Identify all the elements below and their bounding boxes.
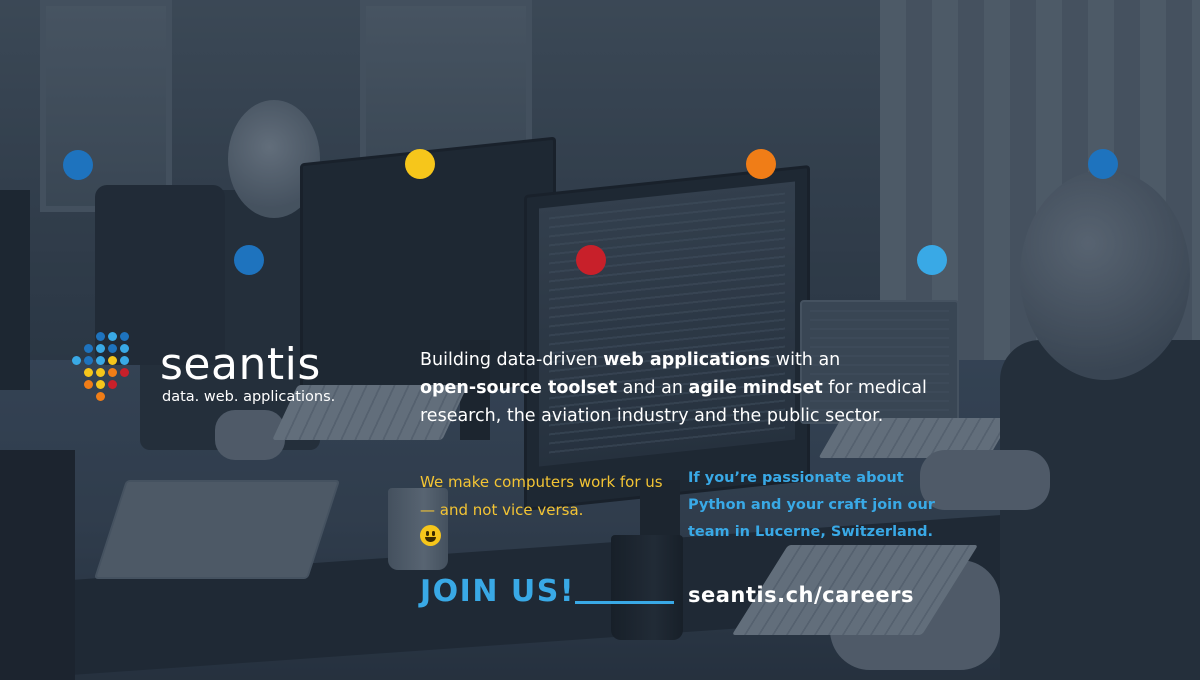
careers-link[interactable]: seantis.ch/careers	[688, 580, 914, 610]
motto-text: We make computers work for us — and not …	[420, 473, 663, 519]
intro-paragraph: Building data-driven web applications wi…	[420, 350, 927, 426]
decorative-dot-blue	[234, 245, 264, 275]
hiring-text: If you’re passionate about Python and yo…	[688, 470, 935, 540]
decorative-dot-light-blue	[917, 245, 947, 275]
divider-line	[575, 601, 674, 604]
decorative-dot-blue	[63, 150, 93, 180]
decorative-dot-blue	[1088, 149, 1118, 179]
decorative-dot-red	[576, 245, 606, 275]
join-us-heading: JOIN US!	[420, 574, 576, 609]
brand-name: seantis	[160, 339, 321, 390]
brand-tagline: data. web. applications.	[162, 389, 336, 405]
decorative-dot-orange	[746, 149, 776, 179]
seantis-logo-icon	[72, 332, 148, 408]
grinning-face-icon	[420, 525, 441, 546]
recruiting-banner: seantis data. web. applications. Buildin…	[0, 0, 1200, 680]
decorative-dot-yellow	[405, 149, 435, 179]
